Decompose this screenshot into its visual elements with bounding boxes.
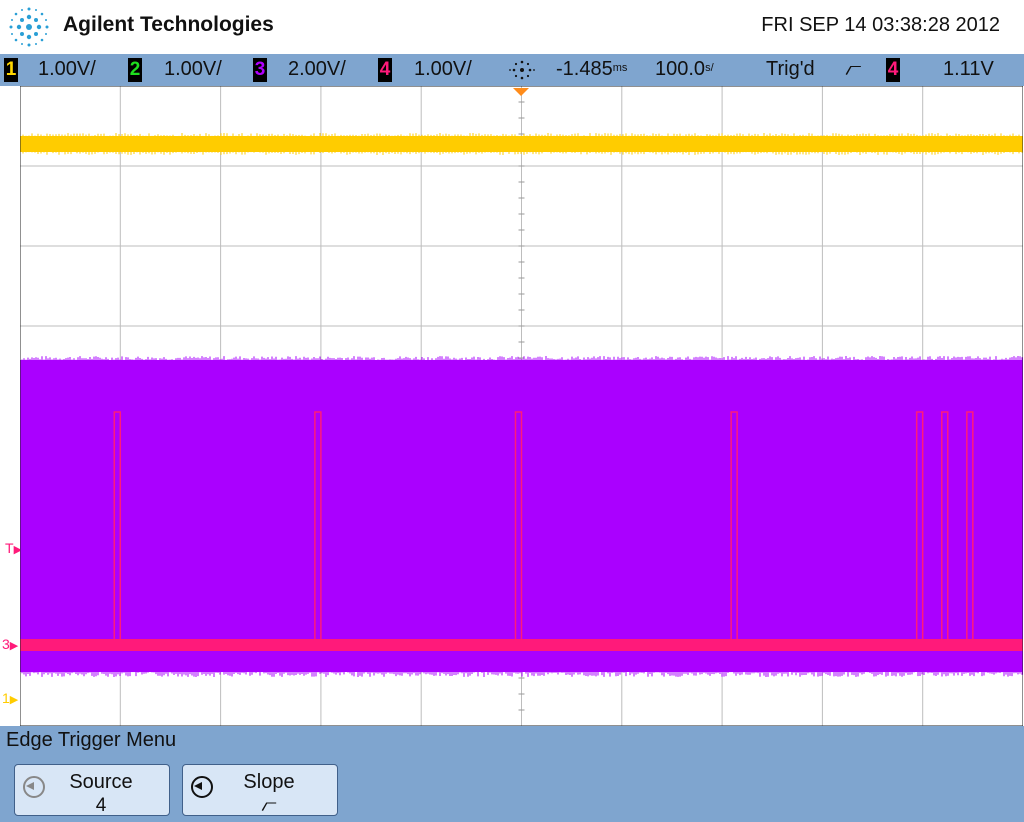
waveform-canvas: [20, 86, 1023, 726]
timebase-value: 100.0: [655, 58, 706, 80]
delay-unit: ms: [612, 62, 628, 74]
trigger-status: Trig'd: [766, 58, 815, 80]
channel-2-badge[interactable]: 2: [128, 58, 142, 82]
slope-softkey-label: Slope: [243, 771, 295, 793]
channel-1-ground-marker[interactable]: 1▶: [2, 690, 18, 706]
channel-1-badge[interactable]: 1: [4, 58, 18, 82]
channel-3-badge[interactable]: 3: [253, 58, 267, 82]
source-softkey-value: 4: [95, 795, 107, 816]
waveform-display[interactable]: [20, 86, 1023, 726]
horizontal-delay[interactable]: -1.485ms: [556, 58, 627, 81]
channel-3-ground-marker[interactable]: 3▶: [2, 636, 18, 652]
source-softkey-label: Source: [69, 771, 133, 793]
trigger-marker-label: T: [5, 540, 14, 556]
channel-4-badge[interactable]: 4: [378, 58, 392, 82]
menu-title: Edge Trigger Menu: [6, 729, 177, 751]
source-softkey[interactable]: Source 4: [14, 764, 170, 816]
slope-softkey[interactable]: Slope ⦧: [182, 764, 338, 816]
menu-title-bar: Edge Trigger Menu: [0, 726, 1024, 756]
channel-4-scale[interactable]: 1.00V/: [414, 58, 472, 81]
channel-1-scale[interactable]: 1.00V/: [38, 58, 96, 81]
header: Agilent Technologies FRI SEP 14 03:38:28…: [0, 0, 1024, 54]
channel-status-bar: 1 1.00V/ 2 1.00V/ 3 2.00V/ 4 1.00V/ -1.4…: [0, 54, 1024, 86]
trigger-level[interactable]: 1.11V: [943, 58, 994, 81]
channel-3-scale[interactable]: 2.00V/: [288, 58, 346, 81]
timebase[interactable]: 100.0s/: [655, 58, 714, 81]
channel-2-scale[interactable]: 1.00V/: [164, 58, 222, 81]
marker-gutter: T▶ 3▶ 1▶: [0, 86, 22, 726]
ch1-marker-label: 1: [2, 690, 10, 706]
trigger-slope-indicator: ⦧: [845, 58, 862, 80]
brand-name: Agilent Technologies: [63, 13, 274, 36]
timebase-unit: s/: [705, 62, 714, 74]
slope-softkey-value: ⦧: [261, 795, 277, 816]
trigger-source-badge[interactable]: 4: [886, 58, 900, 82]
channel-1-trace: [20, 136, 1023, 152]
agilent-spark-logo-icon: [9, 7, 49, 47]
horizontal-delay-icon: [509, 60, 535, 80]
delay-value: -1.485: [556, 58, 613, 80]
ch3-marker-label: 3: [2, 636, 10, 652]
softkey-bar: Source 4 Slope ⦧: [0, 756, 1024, 822]
date-time: FRI SEP 14 03:38:28 2012: [761, 14, 1000, 36]
